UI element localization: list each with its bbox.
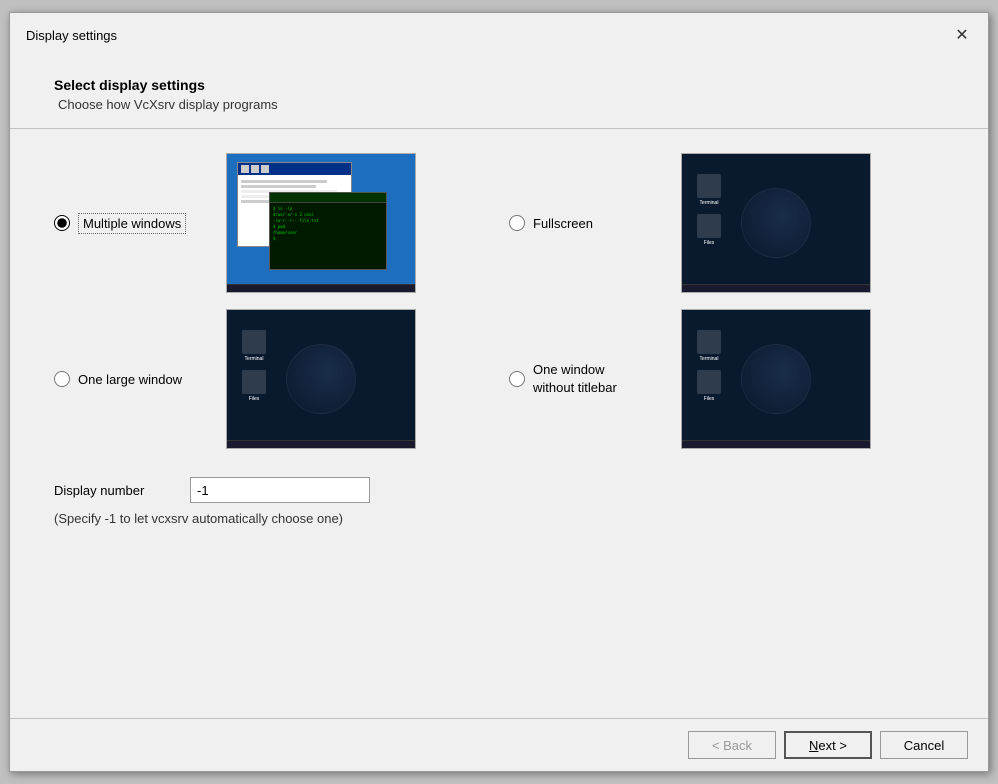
option-one-window-notitlebar: One windowwithout titlebar Terminal File… [509,309,944,449]
preview-one-large-window: Terminal Files [226,309,416,449]
option-one-large-window: One large window Terminal Files [54,309,489,449]
label-one-large-window[interactable]: One large window [78,372,182,387]
preview-one-window-notitlebar: Terminal Files [681,309,871,449]
preview-fullscreen: Terminal Files [681,153,871,293]
display-number-row: Display number -1 [54,477,944,503]
option-multiple-windows: Multiple windows [54,153,489,293]
display-hint: (Specify -1 to let vcxsrv automatically … [54,511,944,526]
header-title: Select display settings [54,77,944,93]
back-button[interactable]: < Back [688,731,776,759]
preview-multiple-windows: $ ls -la drwxr-xr-x 2 user -rw-r--r-- fi… [226,153,416,293]
label-multiple-windows[interactable]: Multiple windows [78,213,186,234]
dialog-title: Display settings [26,28,117,43]
radio-fullscreen[interactable] [509,215,525,231]
cancel-button[interactable]: Cancel [880,731,968,759]
dialog-window: Display settings ✕ Select display settin… [9,12,989,772]
footer-section: < Back Next > Cancel [10,718,988,771]
close-button[interactable]: ✕ [948,21,976,49]
radio-one-large-window[interactable] [54,371,70,387]
header-section: Select display settings Choose how VcXsr… [10,57,988,129]
options-grid: Multiple windows [54,153,944,449]
display-number-input[interactable]: -1 [190,477,370,503]
label-fullscreen[interactable]: Fullscreen [533,216,593,231]
display-number-label: Display number [54,483,174,498]
title-bar: Display settings ✕ [10,13,988,57]
option-fullscreen: Fullscreen Terminal Files [509,153,944,293]
next-button[interactable]: Next > [784,731,872,759]
header-subtitle: Choose how VcXsrv display programs [54,97,944,112]
radio-multiple-windows[interactable] [54,215,70,231]
content-section: Multiple windows [10,129,988,718]
radio-one-window-notitlebar[interactable] [509,371,525,387]
label-one-window-notitlebar[interactable]: One windowwithout titlebar [533,361,617,397]
